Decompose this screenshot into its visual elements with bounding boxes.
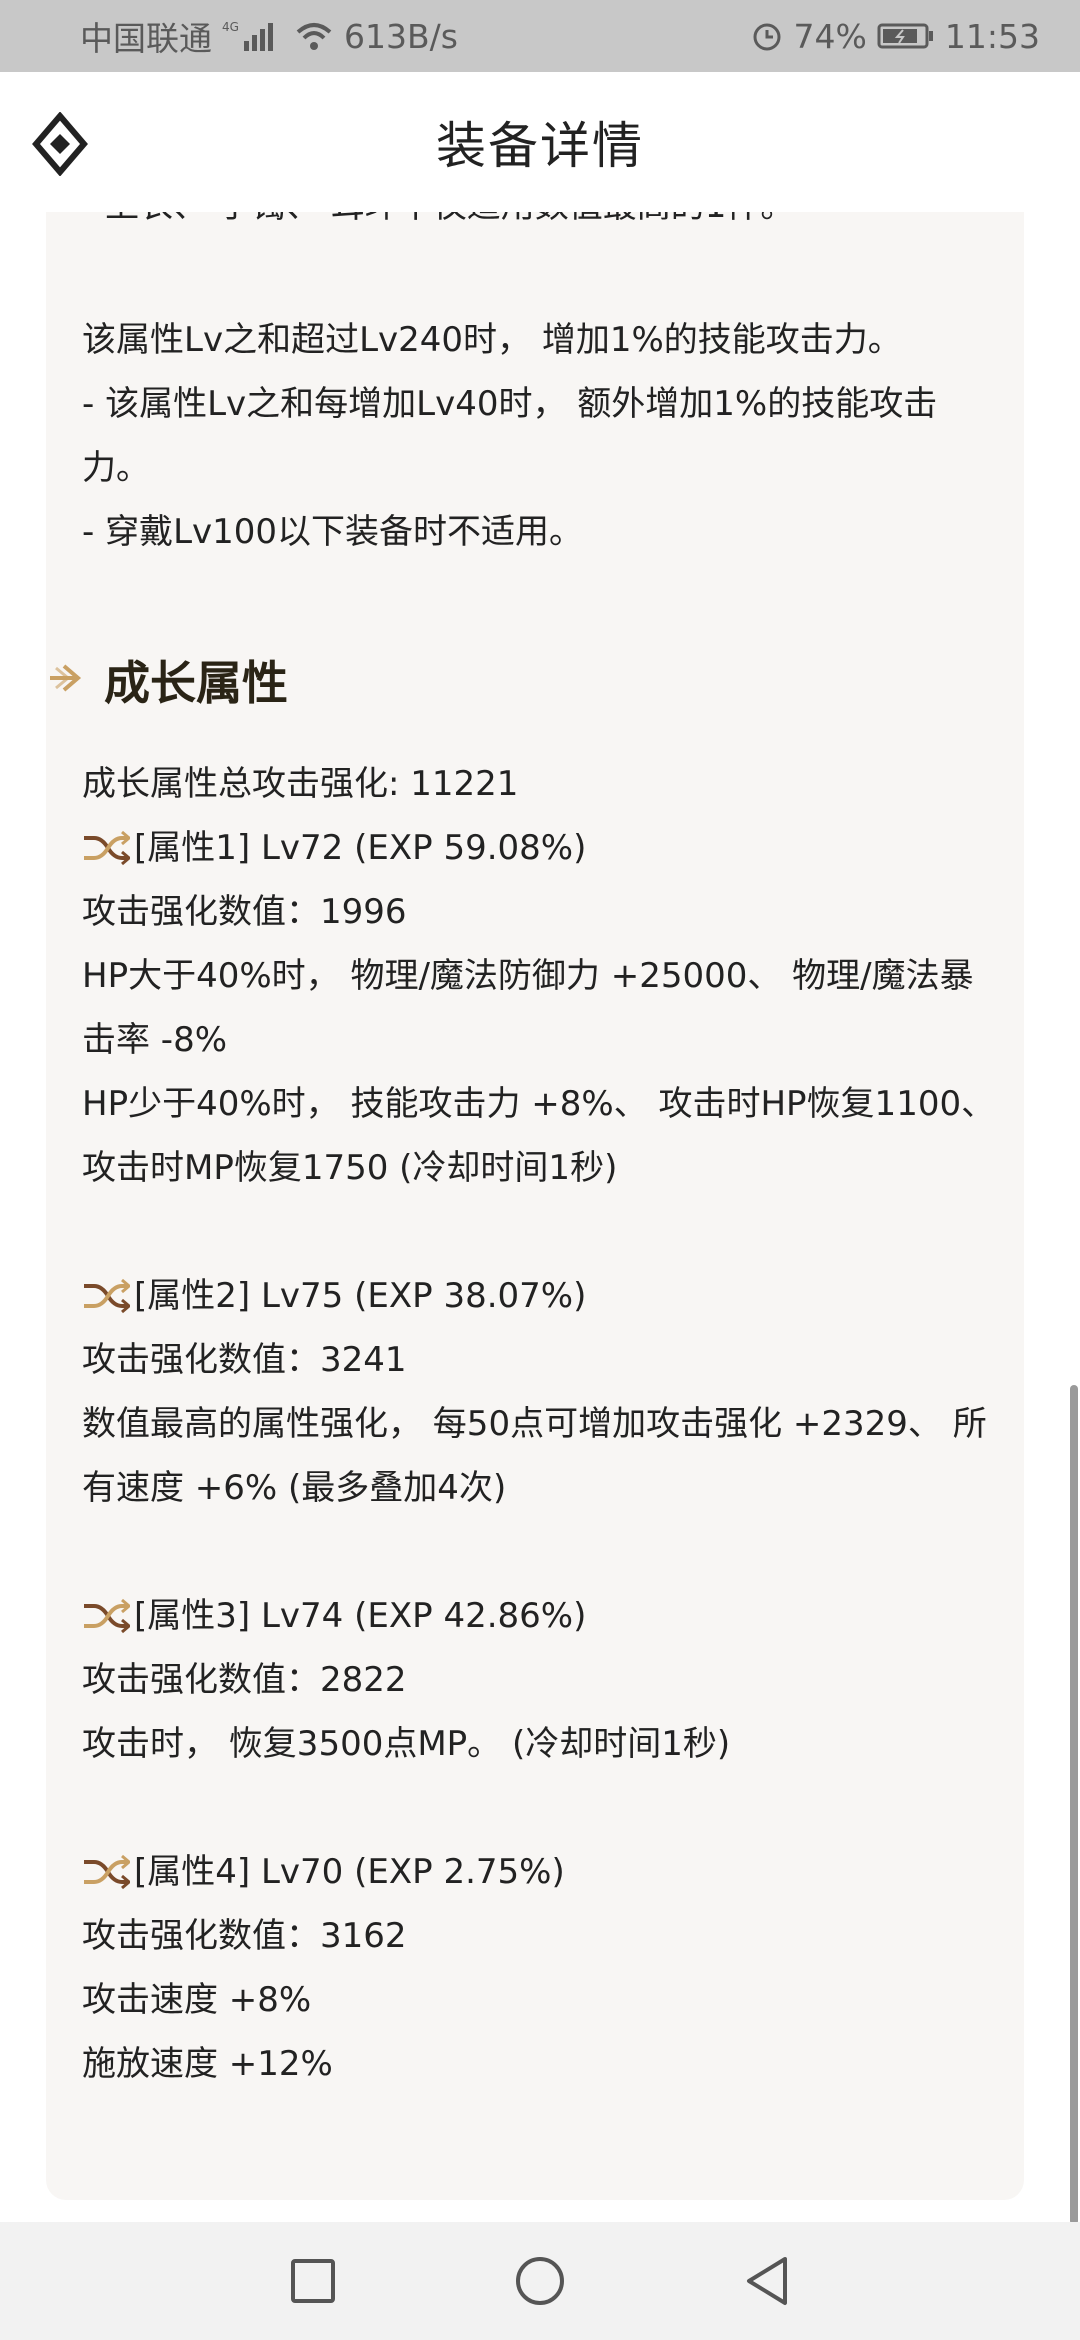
square-icon[interactable] bbox=[283, 2251, 343, 2311]
attr-value: 攻击强化数值：3162 bbox=[82, 1916, 407, 1956]
attr-header: [属性4] Lv70 (EXP 2.75%) bbox=[82, 1840, 1002, 1904]
app-header: 装备详情 bbox=[0, 72, 1080, 212]
attr-desc: HP大于40%时， 物理/魔法防御力 +25000、 物理/魔法暴击率 -8% bbox=[82, 956, 974, 1060]
circle-icon[interactable] bbox=[510, 2251, 570, 2311]
effect-line: - 穿戴Lv100以下装备时不适用。 bbox=[82, 512, 584, 552]
shuffle-icon bbox=[82, 1598, 130, 1634]
attr-desc: 攻击速度 +8% bbox=[82, 1980, 312, 2020]
svg-text:4G: 4G bbox=[222, 20, 239, 34]
status-bar: 中国联通 4G 613B/s 74% 11:53 bbox=[0, 0, 1080, 72]
attr-header: [属性2] Lv75 (EXP 38.07%) bbox=[82, 1264, 1002, 1328]
section-header: 成长属性 bbox=[46, 640, 288, 720]
network-speed: 613B/s bbox=[344, 16, 458, 56]
content-scroll[interactable]: - 上衣、 手镯、 耳环中仅适用数值最高的1件。 该属性Lv之和超过Lv240时… bbox=[0, 212, 1080, 2222]
wifi-icon bbox=[294, 20, 334, 52]
battery-icon bbox=[877, 22, 935, 50]
attr-header: [属性1] Lv72 (EXP 59.08%) bbox=[82, 816, 1002, 880]
attr-desc: 施放速度 +12% bbox=[82, 2044, 333, 2084]
effect-line: 该属性Lv之和超过Lv240时， 增加1%的技能攻击力。 bbox=[82, 320, 902, 360]
attr-title: [属性2] Lv75 (EXP 38.07%) bbox=[134, 1276, 587, 1316]
battery-percent: 74% bbox=[793, 16, 867, 56]
shuffle-icon bbox=[82, 830, 130, 866]
attr-title: [属性3] Lv74 (EXP 42.86%) bbox=[134, 1596, 587, 1636]
effect-line: - 该属性Lv之和每增加Lv40时， 额外增加1%的技能攻击力。 bbox=[82, 384, 938, 488]
growth-total: 成长属性总攻击强化: 11221 bbox=[82, 764, 519, 804]
signal-icon: 4G bbox=[222, 19, 284, 53]
attr-value: 攻击强化数值：2822 bbox=[82, 1660, 407, 1700]
attr-header: [属性3] Lv74 (EXP 42.86%) bbox=[82, 1584, 1002, 1648]
diamond-logo-icon[interactable] bbox=[32, 111, 88, 177]
arrow-right-icon bbox=[46, 660, 86, 700]
triangle-back-icon[interactable] bbox=[737, 2251, 797, 2311]
clipped-text: - 上衣、 手镯、 耳环中仅适用数值最高的1件。 bbox=[82, 212, 794, 238]
shuffle-icon bbox=[82, 1854, 130, 1890]
clock: 11:53 bbox=[944, 16, 1040, 56]
attr-desc: HP少于40%时， 技能攻击力 +8%、 攻击时HP恢复1100、 攻击时MP恢… bbox=[82, 1084, 996, 1188]
alarm-icon bbox=[750, 19, 784, 53]
scrollbar[interactable] bbox=[1070, 1385, 1078, 2225]
attr-desc: 数值最高的属性强化， 每50点可增加攻击强化 +2329、 所有速度 +6% (… bbox=[82, 1404, 987, 1508]
system-nav-bar bbox=[0, 2222, 1080, 2340]
section-title: 成长属性 bbox=[104, 656, 288, 710]
growth-card: 成长属性总攻击强化: 11221 [属性1] Lv72 (EXP 59.08%)… bbox=[46, 730, 1024, 2200]
attr-value: 攻击强化数值：3241 bbox=[82, 1340, 407, 1380]
set-effect-card: - 上衣、 手镯、 耳环中仅适用数值最高的1件。 该属性Lv之和超过Lv240时… bbox=[46, 212, 1024, 812]
attr-desc: 攻击时， 恢复3500点MP。 (冷却时间1秒) bbox=[82, 1724, 731, 1764]
attr-title: [属性4] Lv70 (EXP 2.75%) bbox=[134, 1852, 565, 1892]
page-title: 装备详情 bbox=[436, 117, 644, 175]
attr-title: [属性1] Lv72 (EXP 59.08%) bbox=[134, 828, 587, 868]
shuffle-icon bbox=[82, 1278, 130, 1314]
attr-value: 攻击强化数值：1996 bbox=[82, 892, 407, 932]
carrier-label: 中国联通 bbox=[80, 19, 212, 58]
